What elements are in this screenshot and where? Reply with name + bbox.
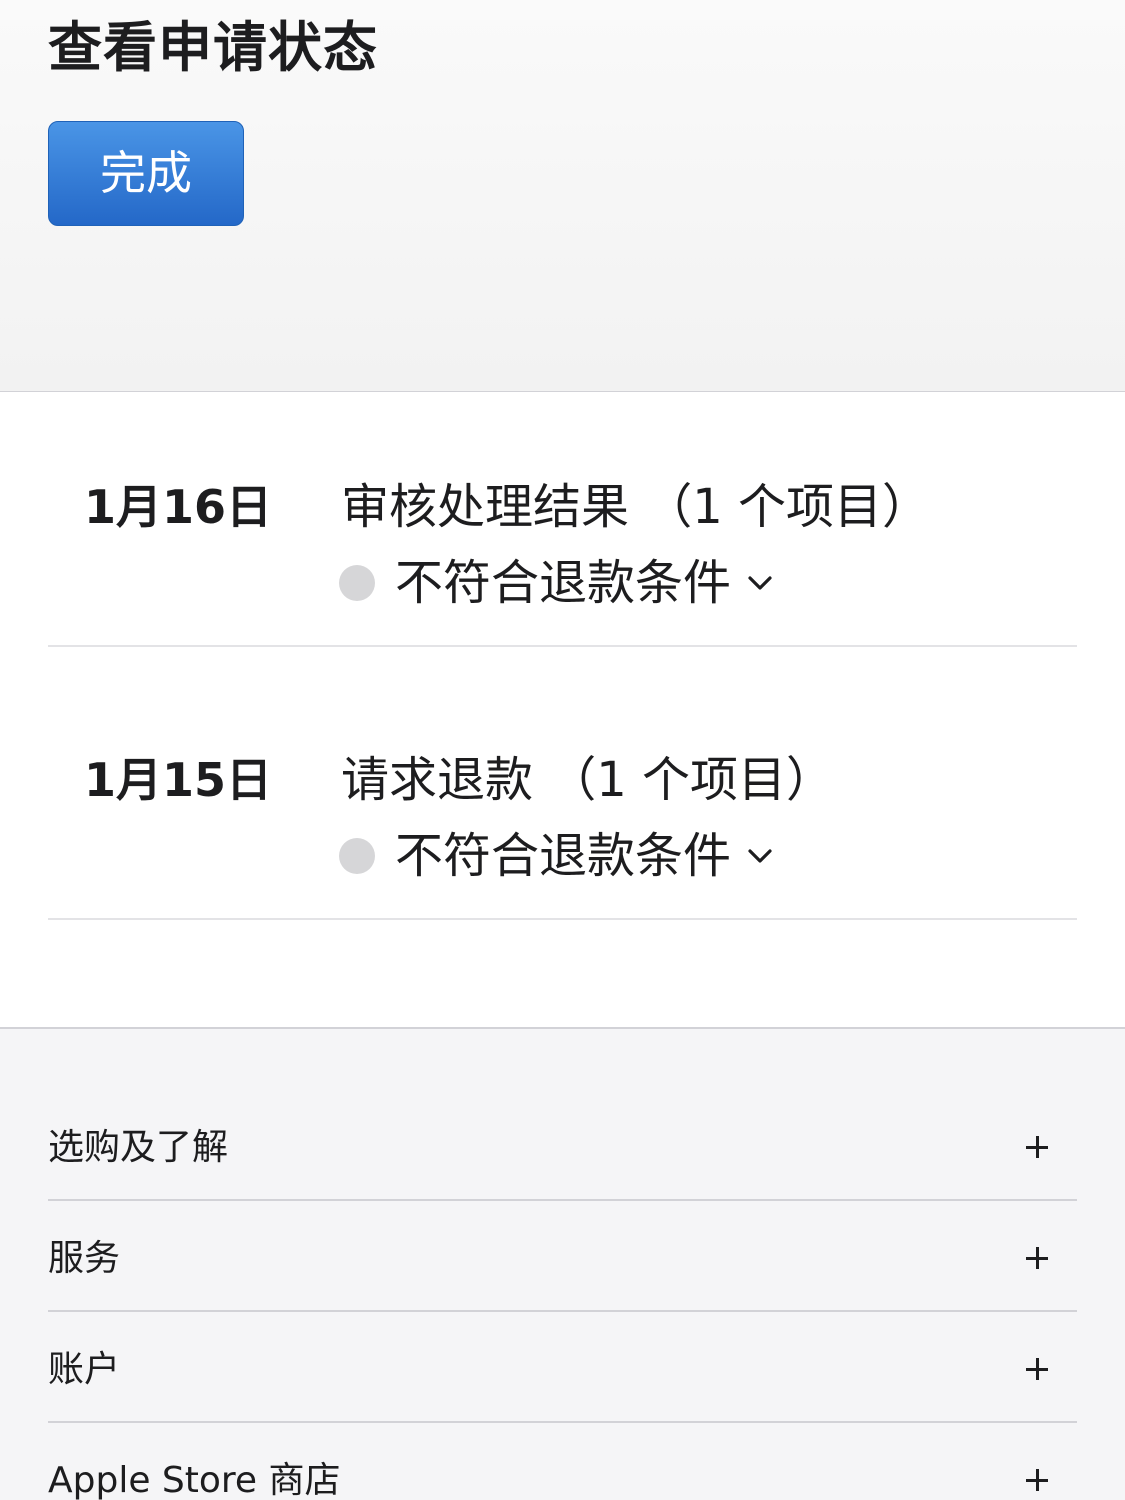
plus-icon (1026, 1468, 1050, 1492)
chevron-down-icon (743, 839, 777, 873)
footer-item-shop-and-learn[interactable]: 选购及了解 (48, 1090, 1077, 1201)
footer-item-apple-store[interactable]: Apple Store 商店 (48, 1423, 1077, 1500)
footer: 选购及了解 服务 账户 Apple Store 商店 (0, 1027, 1125, 1500)
footer-item-label: 账户 (48, 1349, 121, 1390)
status-toggle[interactable]: 不符合退款条件 (339, 549, 777, 617)
row-date: 1月16日 (84, 480, 273, 534)
status-row: 1月16日 审核处理结果 （1 个项目） 不符合退款条件 (48, 437, 1077, 647)
done-button[interactable]: 完成 (48, 121, 244, 226)
row-date: 1月15日 (84, 753, 273, 807)
page-header: 查看申请状态 完成 (0, 0, 1125, 392)
status-dot-icon (339, 565, 375, 601)
row-title: 请求退款 （1 个项目） (341, 752, 835, 808)
footer-item-label: 服务 (48, 1238, 121, 1279)
status-text: 不符合退款条件 (395, 828, 732, 884)
status-row: 1月15日 请求退款 （1 个项目） 不符合退款条件 (48, 710, 1077, 920)
footer-item-label: Apple Store 商店 (48, 1460, 341, 1500)
footer-item-label: 选购及了解 (48, 1127, 229, 1168)
status-toggle[interactable]: 不符合退款条件 (339, 822, 777, 890)
page-title: 查看申请状态 (48, 16, 378, 79)
plus-icon (1026, 1246, 1050, 1270)
page: 查看申请状态 完成 1月16日 审核处理结果 （1 个项目） 不符合退款条件 1… (0, 0, 1125, 1500)
status-dot-icon (339, 838, 375, 874)
status-text: 不符合退款条件 (395, 555, 732, 611)
row-title: 审核处理结果 （1 个项目） (341, 479, 931, 535)
plus-icon (1026, 1357, 1050, 1381)
footer-item-account[interactable]: 账户 (48, 1312, 1077, 1423)
footer-item-services[interactable]: 服务 (48, 1201, 1077, 1312)
chevron-down-icon (743, 566, 777, 600)
plus-icon (1026, 1135, 1050, 1159)
